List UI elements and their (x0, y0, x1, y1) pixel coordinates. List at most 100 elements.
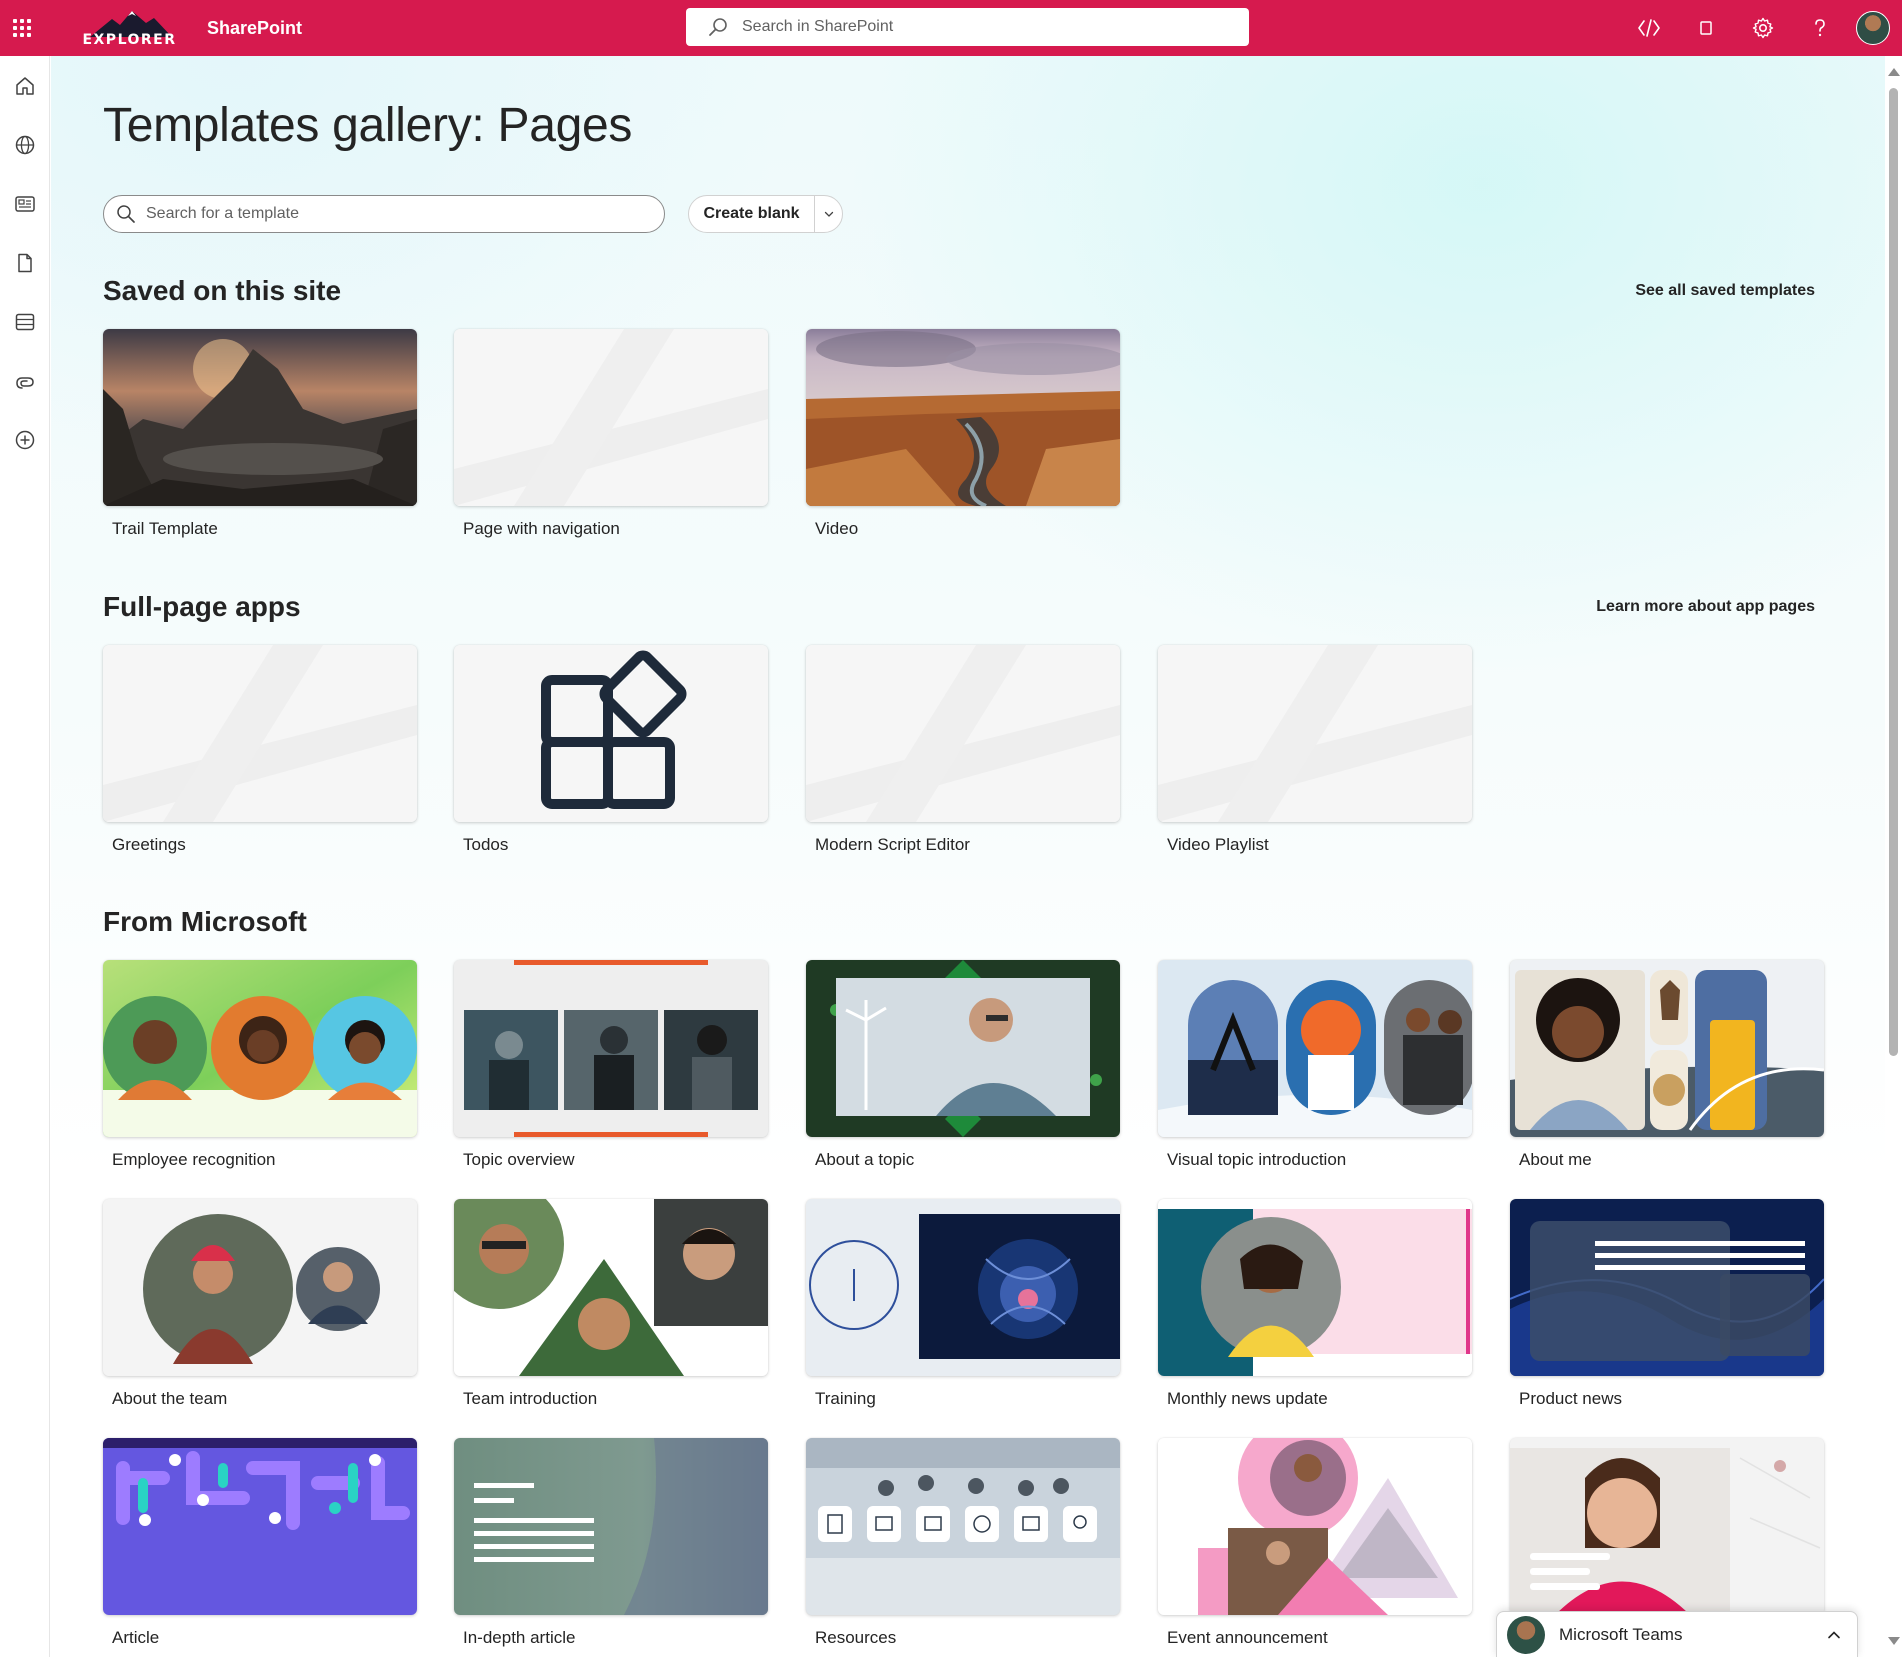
template-thumbnail (103, 1438, 417, 1615)
scroll-down-arrow-icon[interactable] (1888, 1637, 1900, 1645)
template-thumbnail (1158, 645, 1472, 822)
create-blank-button[interactable]: Create blank (689, 196, 815, 232)
template-card-title: Product news (1519, 1389, 1622, 1408)
globe-icon[interactable] (0, 115, 50, 174)
template-thumbnail (454, 329, 768, 506)
template-card-product-news[interactable]: Product news (1510, 1199, 1824, 1409)
template-thumbnail (1510, 960, 1824, 1137)
template-card-topic-overview[interactable]: Topic overview (454, 960, 768, 1170)
template-card-monthly-news-update[interactable]: Monthly news update (1158, 1199, 1472, 1409)
template-card-about-me[interactable]: About me (1510, 960, 1824, 1170)
template-thumbnail (1510, 1438, 1824, 1615)
template-card-title: In-depth article (463, 1628, 576, 1647)
template-card-title: Greetings (112, 835, 186, 854)
user-avatar[interactable] (1856, 11, 1890, 45)
template-card-event-announcement[interactable]: Event announcement (1158, 1438, 1472, 1648)
template-thumbnail (806, 329, 1120, 506)
template-card-visual-topic-introduction[interactable]: Visual topic introduction (1158, 960, 1472, 1170)
template-card-team-introduction[interactable]: Team introduction (454, 1199, 768, 1409)
left-app-bar (0, 56, 50, 1657)
scroll-thumb[interactable] (1889, 88, 1898, 1056)
template-card-title: Article (112, 1628, 160, 1647)
template-card-title: About the team (112, 1389, 228, 1408)
list-icon[interactable] (0, 292, 50, 351)
template-card-title: About a topic (815, 1150, 915, 1169)
suite-bar: EXPLORER SharePoint Search in SharePoint (0, 0, 1902, 56)
loop-icon[interactable] (0, 351, 50, 410)
explorer-logo[interactable]: EXPLORER (82, 5, 177, 51)
template-card-video[interactable]: Video (806, 329, 1120, 539)
template-thumbnail (103, 329, 417, 506)
template-search-input[interactable] (146, 205, 646, 223)
template-card-video-playlist[interactable]: Video Playlist (1158, 645, 1472, 855)
expand-chevron-up-icon[interactable] (1811, 1627, 1857, 1643)
template-card-title: Video (815, 519, 859, 538)
chevron-down-icon (824, 211, 833, 217)
app-launcher-waffle-icon[interactable] (0, 0, 44, 56)
microsoft-teams-chat-panel[interactable]: Microsoft Teams (1496, 1611, 1858, 1657)
main-content: Templates gallery: Pages Create blank Sa… (51, 56, 1885, 1657)
template-card-title: Page with navigation (463, 519, 620, 538)
template-search-box[interactable] (103, 195, 665, 233)
vertical-scrollbar[interactable] (1885, 56, 1902, 1657)
sharepoint-search-box[interactable]: Search in SharePoint (686, 8, 1249, 46)
template-thumbnail (103, 1199, 417, 1376)
code-icon[interactable] (1620, 0, 1677, 56)
see-all-saved-templates-link[interactable]: See all saved templates (1635, 282, 1815, 300)
template-card-training[interactable]: Training (806, 1199, 1120, 1409)
template-card-modern-script-editor[interactable]: Modern Script Editor (806, 645, 1120, 855)
help-question-icon[interactable] (1791, 0, 1848, 56)
news-icon[interactable] (0, 174, 50, 233)
template-card-resources[interactable]: Resources (806, 1438, 1120, 1648)
template-thumbnail (806, 1199, 1120, 1376)
sharepoint-search-placeholder: Search in SharePoint (742, 18, 894, 35)
template-card-title: Topic overview (463, 1150, 575, 1169)
square-icon[interactable] (1677, 0, 1734, 56)
template-card-title: Monthly news update (1167, 1389, 1328, 1408)
template-card-about-a-topic[interactable]: About a topic (806, 960, 1120, 1170)
search-icon (117, 205, 135, 223)
template-card-about-the-team[interactable]: About the team (103, 1199, 417, 1409)
template-card-title: Trail Template (112, 519, 218, 538)
page-title: Templates gallery: Pages (103, 99, 633, 152)
suite-actions (1620, 0, 1902, 56)
section-title-apps: Full-page apps (103, 591, 301, 622)
template-card-people-profile[interactable] (1510, 1438, 1824, 1615)
template-card-title: Modern Script Editor (815, 835, 970, 854)
settings-gear-icon[interactable] (1734, 0, 1791, 56)
teams-label: Microsoft Teams (1559, 1624, 1683, 1644)
template-thumbnail (454, 960, 768, 1137)
template-thumbnail (454, 645, 768, 822)
template-card-page-with-navigation[interactable]: Page with navigation (454, 329, 768, 539)
add-circle-icon[interactable] (0, 410, 50, 469)
template-thumbnail (1158, 960, 1472, 1137)
template-card-title: Todos (463, 835, 509, 854)
app-name-link[interactable]: SharePoint (207, 18, 302, 39)
scroll-up-arrow-icon[interactable] (1888, 68, 1900, 76)
template-card-todos[interactable]: Todos (454, 645, 768, 855)
template-card-title: Resources (815, 1628, 897, 1647)
template-card-greetings[interactable]: Greetings (103, 645, 417, 855)
template-thumbnail (454, 1199, 768, 1376)
template-thumbnail (1158, 1438, 1472, 1615)
create-blank-dropdown[interactable] (815, 196, 842, 232)
teams-user-avatar (1507, 1615, 1545, 1654)
learn-more-app-pages-link[interactable]: Learn more about app pages (1596, 598, 1815, 616)
logo-text: EXPLORER (82, 32, 177, 48)
home-icon[interactable] (0, 56, 50, 115)
template-card-title: Employee recognition (112, 1150, 276, 1169)
template-card-trail[interactable]: Trail Template (103, 329, 417, 539)
template-thumbnail (806, 960, 1120, 1137)
template-card-article[interactable]: Article (103, 1438, 417, 1648)
create-blank-split-button: Create blank (688, 195, 843, 233)
template-card-in-depth-article[interactable]: In-depth article (454, 1438, 768, 1648)
section-title-microsoft: From Microsoft (103, 906, 307, 937)
template-card-title: Visual topic introduction (1167, 1150, 1347, 1169)
template-card-title: Training (815, 1389, 876, 1408)
template-thumbnail (454, 1438, 768, 1615)
template-card-title: Video Playlist (1167, 835, 1269, 854)
template-card-employee-recognition[interactable]: Employee recognition (103, 960, 417, 1170)
search-icon (709, 18, 727, 36)
document-icon[interactable] (0, 233, 50, 292)
template-thumbnail (1158, 1199, 1472, 1376)
